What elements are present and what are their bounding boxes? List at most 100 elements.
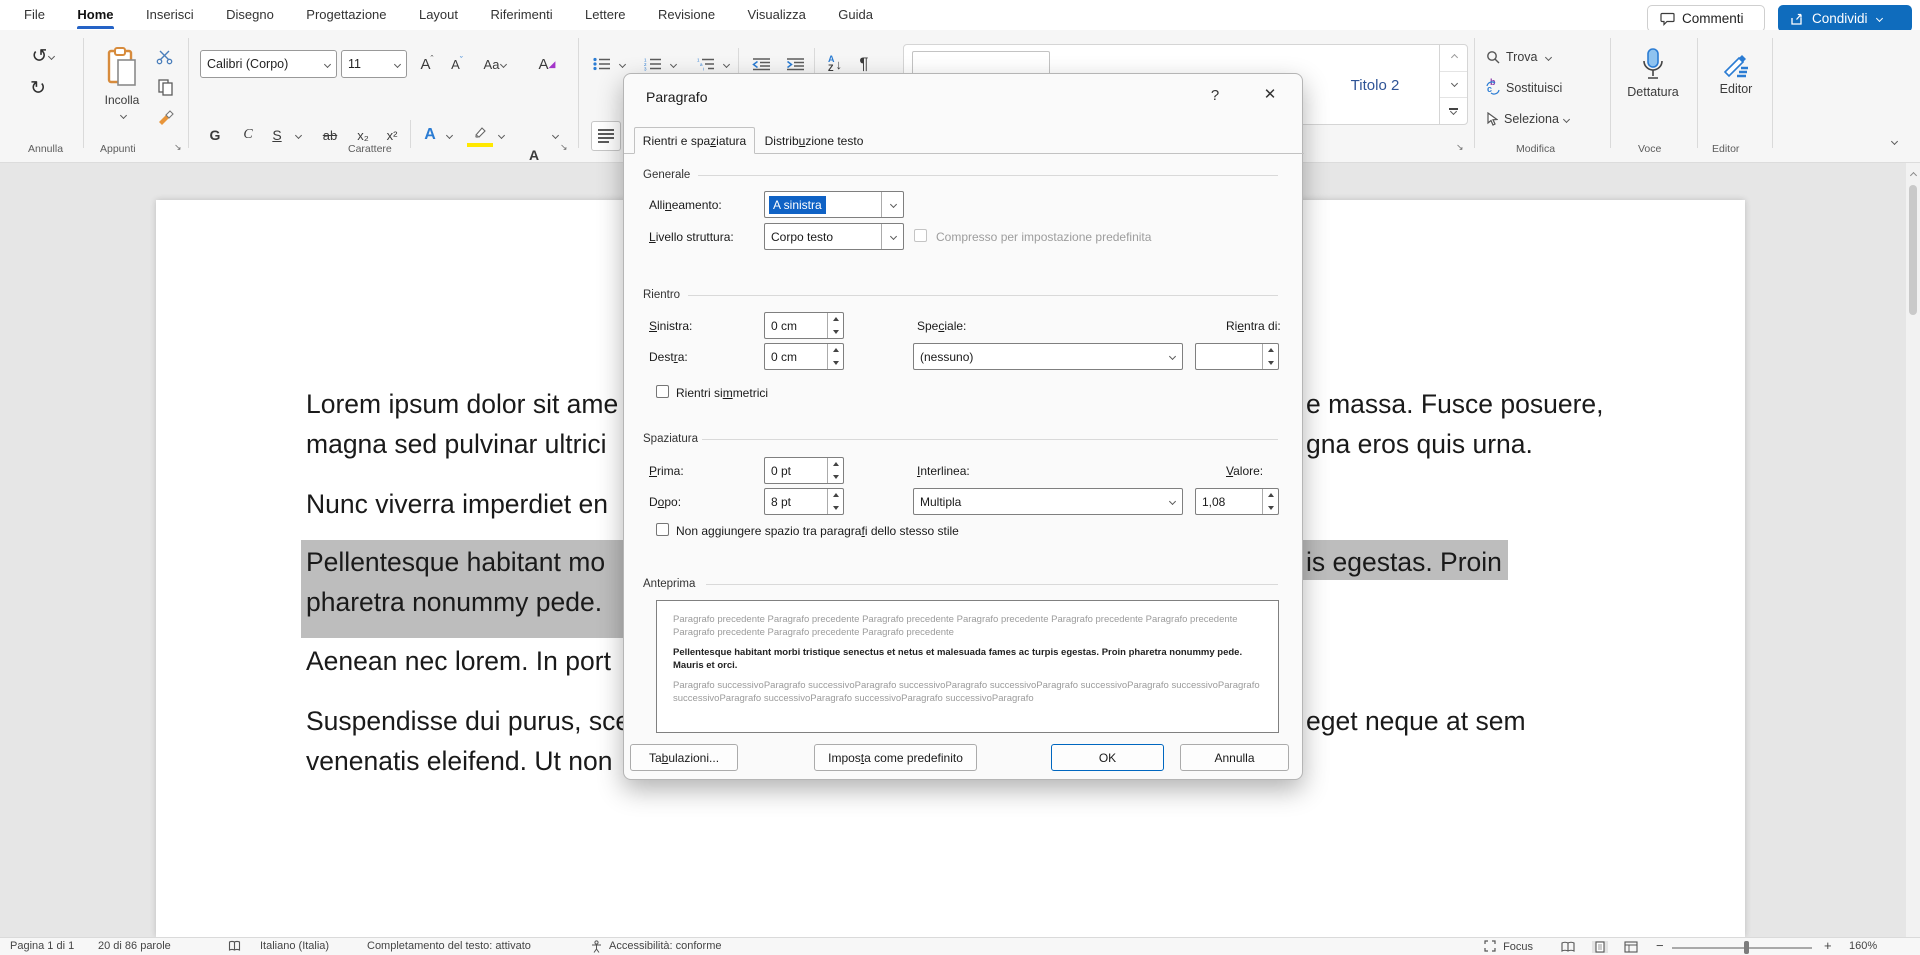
collapse-ribbon-chevron[interactable] <box>1882 132 1904 150</box>
special-combo[interactable]: (nessuno) <box>913 343 1183 370</box>
tabs-button[interactable]: Tabulazioni... <box>630 744 738 771</box>
chevron-down-icon[interactable] <box>1160 489 1182 514</box>
scrollbar-thumb[interactable] <box>1909 185 1917 315</box>
menu-item-visualizza[interactable]: Visualizza <box>734 0 820 29</box>
indent-left-spinner[interactable]: 0 cm <box>764 312 844 339</box>
menu-item-home[interactable]: Home <box>63 0 127 29</box>
font-color-chevron[interactable] <box>548 124 560 146</box>
menu-item-lettere[interactable]: Lettere <box>571 0 639 29</box>
undo-button[interactable]: ↺ <box>26 44 60 68</box>
spin-down[interactable] <box>1263 357 1278 370</box>
copy-button[interactable] <box>152 77 178 97</box>
find-button[interactable]: Trova <box>1486 47 1576 67</box>
no-space-same-style-checkbox[interactable] <box>656 523 669 536</box>
grow-font-button[interactable]: Aˆ <box>414 53 440 75</box>
read-mode-view-button[interactable] <box>1561 941 1575 953</box>
menu-item-inserisci[interactable]: Inserisci <box>132 0 208 29</box>
collapsed-by-default-checkbox[interactable] <box>914 229 927 242</box>
spacing-before-spinner[interactable]: 0 pt <box>764 457 844 484</box>
font-dialog-launcher[interactable]: ↘ <box>560 142 568 153</box>
help-button[interactable]: ? <box>1204 87 1226 104</box>
replace-button[interactable]: b c Sostituisci <box>1486 78 1586 98</box>
indent-by-spinner[interactable] <box>1195 343 1279 370</box>
focus-mode-button[interactable]: Focus <box>1484 940 1533 953</box>
highlight-chevron[interactable] <box>494 124 506 146</box>
increase-indent-button[interactable] <box>782 53 808 75</box>
spacing-after-spinner[interactable]: 8 pt <box>764 488 844 515</box>
spin-up[interactable] <box>1263 344 1278 357</box>
spin-down[interactable] <box>828 471 843 484</box>
zoom-slider-thumb[interactable] <box>1744 941 1749 954</box>
spin-down[interactable] <box>1263 502 1278 515</box>
print-layout-view-button[interactable] <box>1592 941 1608 953</box>
shrink-font-button[interactable]: Aˇ <box>444 53 470 75</box>
spin-up[interactable] <box>828 313 843 326</box>
menu-item-guida[interactable]: Guida <box>824 0 887 29</box>
editor-button[interactable]: Editor <box>1706 40 1766 106</box>
zoom-in-button[interactable]: + <box>1824 938 1832 953</box>
spin-up[interactable] <box>828 458 843 471</box>
chevron-down-icon[interactable] <box>1160 344 1182 369</box>
cancel-button[interactable]: Annulla <box>1180 744 1289 771</box>
spin-down[interactable] <box>828 502 843 515</box>
decrease-indent-button[interactable] <box>748 53 774 75</box>
font-name-combo[interactable]: Calibri (Corpo) <box>200 50 337 78</box>
alignment-combo[interactable]: A sinistra <box>764 191 904 218</box>
numbering-chevron[interactable] <box>666 53 679 75</box>
paste-dropdown-chevron[interactable] <box>114 110 130 120</box>
format-painter-button[interactable] <box>152 107 178 129</box>
menu-item-progettazione[interactable]: Progettazione <box>292 0 400 29</box>
ok-button[interactable]: OK <box>1051 744 1164 771</box>
underline-button[interactable]: S <box>269 124 285 146</box>
text-effects-chevron[interactable] <box>442 124 454 146</box>
paste-label[interactable]: Incolla <box>96 92 148 108</box>
spin-up[interactable] <box>828 344 843 357</box>
at-spinner[interactable]: 1,08 <box>1195 488 1279 515</box>
strikethrough-button[interactable]: ab <box>318 124 342 146</box>
multilevel-chevron[interactable] <box>719 53 732 75</box>
line-spacing-combo[interactable]: Multipla <box>913 488 1183 515</box>
zoom-out-button[interactable]: − <box>1656 938 1664 953</box>
spin-down[interactable] <box>828 357 843 370</box>
clipboard-dialog-launcher[interactable]: ↘ <box>174 142 182 153</box>
indent-right-spinner[interactable]: 0 cm <box>764 343 844 370</box>
dictate-button[interactable]: Dettatura <box>1622 40 1684 106</box>
underline-dropdown-chevron[interactable] <box>290 124 304 146</box>
styles-scroll-up[interactable] <box>1440 45 1467 72</box>
close-icon[interactable]: ✕ <box>1256 85 1284 103</box>
zoom-slider-track[interactable] <box>1672 947 1812 949</box>
comments-button[interactable]: Commenti <box>1647 5 1765 32</box>
vertical-scrollbar[interactable] <box>1906 163 1920 937</box>
select-button[interactable]: Seleziona <box>1486 109 1586 129</box>
word-count[interactable]: 20 di 86 parole <box>98 940 171 952</box>
language-indicator[interactable]: Italiano (Italia) <box>260 940 329 952</box>
spin-down[interactable] <box>828 326 843 339</box>
menu-item-revisione[interactable]: Revisione <box>644 0 729 29</box>
multilevel-list-button[interactable]: 1ai <box>694 53 718 75</box>
set-as-default-button[interactable]: Imposta come predefinito <box>814 744 977 771</box>
bold-button[interactable]: G <box>205 124 225 146</box>
style-item-titolo2[interactable]: Titolo 2 <box>1311 51 1439 119</box>
proofing-icon[interactable] <box>228 940 241 953</box>
cut-button[interactable] <box>152 47 178 67</box>
text-completion-indicator[interactable]: Completamento del testo: attivato <box>367 940 531 952</box>
italic-button[interactable]: C <box>238 124 258 146</box>
spin-up[interactable] <box>1263 489 1278 502</box>
mirror-indents-checkbox[interactable] <box>656 385 669 398</box>
menu-item-layout[interactable]: Layout <box>405 0 472 29</box>
tab-rientri-e-spaziatura[interactable]: Rientri e spaziatura <box>634 127 755 154</box>
outline-level-combo[interactable]: Corpo testo <box>764 223 904 250</box>
text-effects-button[interactable]: A <box>418 124 442 146</box>
share-button[interactable]: Condividi <box>1778 5 1912 32</box>
menu-item-disegno[interactable]: Disegno <box>212 0 288 29</box>
font-size-combo[interactable]: 11 <box>341 50 407 78</box>
redo-button[interactable]: ↻ <box>26 76 50 100</box>
scroll-up-arrow[interactable] <box>1909 167 1916 185</box>
paste-button[interactable] <box>98 42 146 92</box>
styles-gallery-more[interactable] <box>1440 98 1467 124</box>
numbering-button[interactable]: 123 <box>641 53 665 75</box>
zoom-level[interactable]: 160% <box>1849 940 1877 952</box>
spin-up[interactable] <box>828 489 843 502</box>
highlight-button[interactable] <box>468 122 492 144</box>
tab-distribuzione-testo[interactable]: Distribuzione testo <box>755 127 873 154</box>
